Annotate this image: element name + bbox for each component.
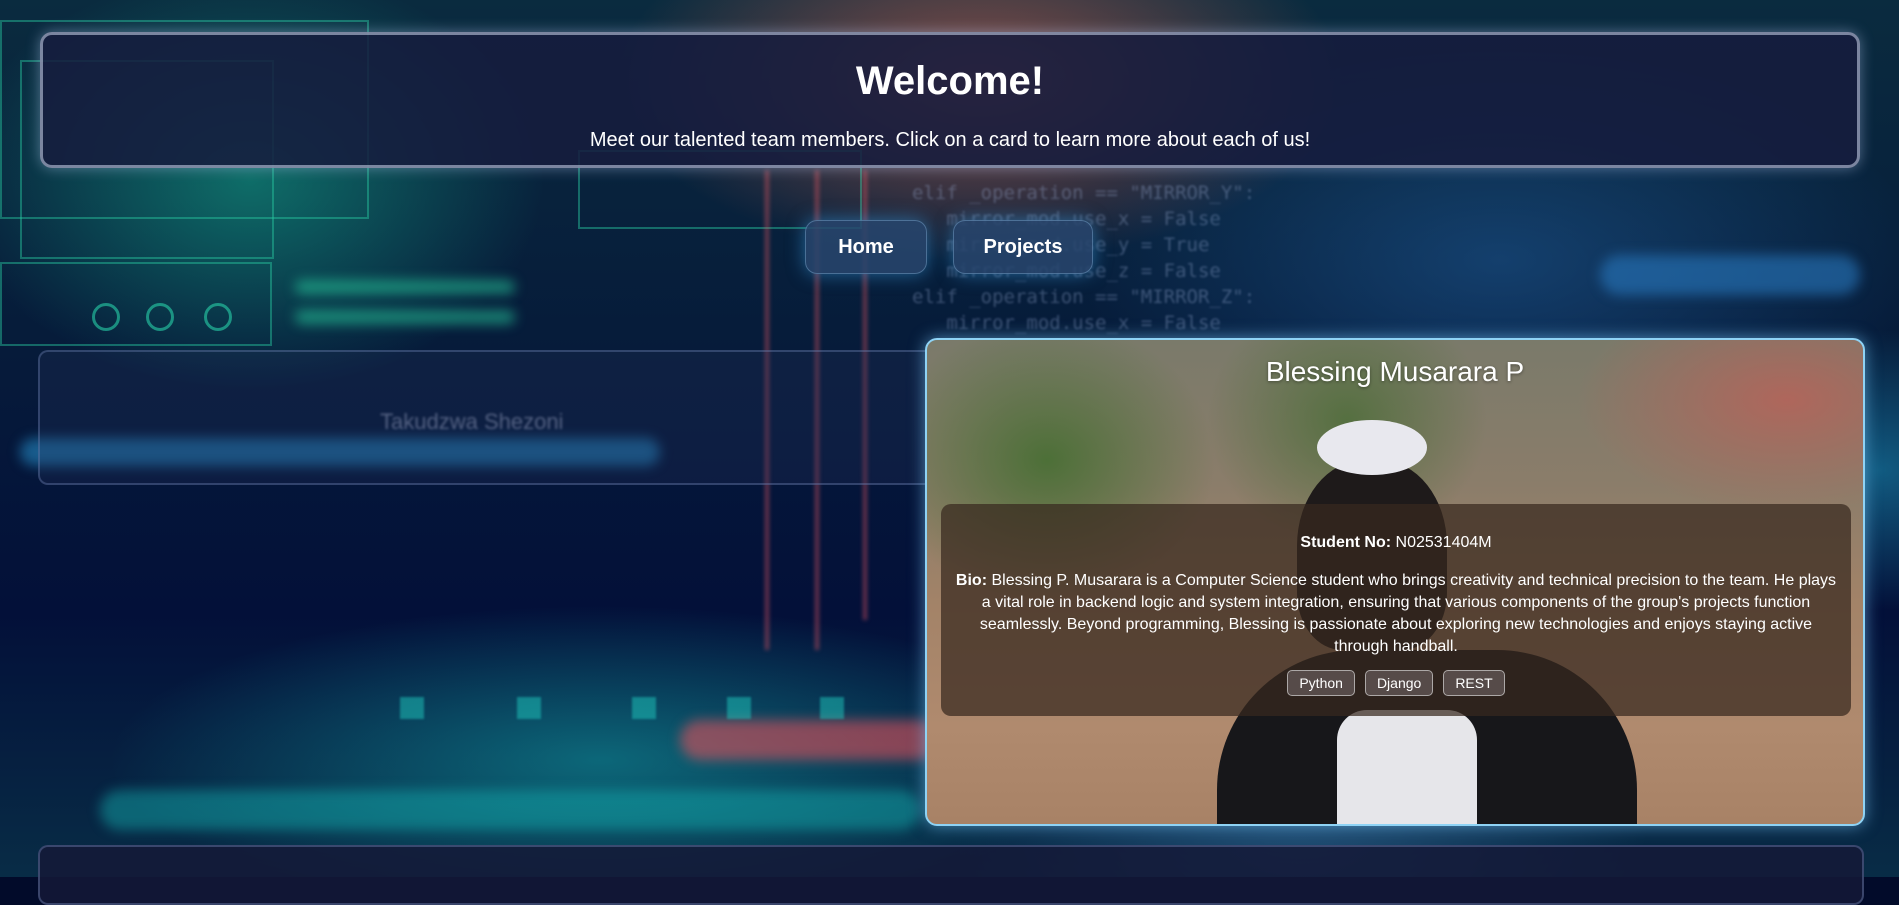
skill-tag-django[interactable]: Django xyxy=(1364,670,1434,696)
circuit-dot xyxy=(92,303,120,331)
pixel-block xyxy=(517,697,541,719)
team-card-collapsed[interactable]: Takudzwa Shezoni xyxy=(38,350,938,485)
member-name: Blessing Musarara P xyxy=(1265,356,1525,387)
circuit-dot xyxy=(146,303,174,331)
pixel-block xyxy=(727,697,751,719)
light-streak xyxy=(680,720,940,760)
bio-text: Blessing P. Musarara is a Computer Scien… xyxy=(979,572,1837,655)
light-streak xyxy=(1600,255,1860,295)
team-member-card[interactable]: Blessing Musarara P Student No: N0253140… xyxy=(925,338,1865,826)
bio-label: Bio: xyxy=(955,572,988,589)
home-button[interactable]: Home xyxy=(805,220,927,274)
light-streak xyxy=(295,280,515,294)
circuit-decoration xyxy=(0,262,272,346)
skill-tags: Python Django REST xyxy=(955,670,1837,696)
circuit-dot xyxy=(204,303,232,331)
light-streak xyxy=(295,310,515,324)
page-title: Welcome! xyxy=(855,59,1045,103)
skill-tag-python[interactable]: Python xyxy=(1287,670,1355,696)
pixel-block xyxy=(820,697,844,719)
skill-tag-rest[interactable]: REST xyxy=(1443,670,1505,696)
pixel-block xyxy=(632,697,656,719)
photo-scrunchie xyxy=(1317,420,1427,475)
light-streak xyxy=(100,790,920,830)
student-number-value: N02531404M xyxy=(1395,534,1492,551)
member-bio: Bio: Blessing P. Musarara is a Computer … xyxy=(955,570,1837,658)
student-number-label: Student No: xyxy=(1300,534,1392,551)
welcome-header: Welcome! Meet our talented team members.… xyxy=(40,32,1860,168)
student-number: Student No: N02531404M xyxy=(955,534,1837,552)
pixel-block xyxy=(400,697,424,719)
team-card-collapsed[interactable] xyxy=(38,845,1864,905)
photo-shirt xyxy=(1337,710,1477,824)
projects-button[interactable]: Projects xyxy=(953,220,1093,274)
member-info-panel: Student No: N02531404M Bio: Blessing P. … xyxy=(941,504,1851,716)
team-card-name: Takudzwa Shezoni xyxy=(380,409,564,434)
page-subtitle: Meet our talented team members. Click on… xyxy=(589,129,1311,151)
